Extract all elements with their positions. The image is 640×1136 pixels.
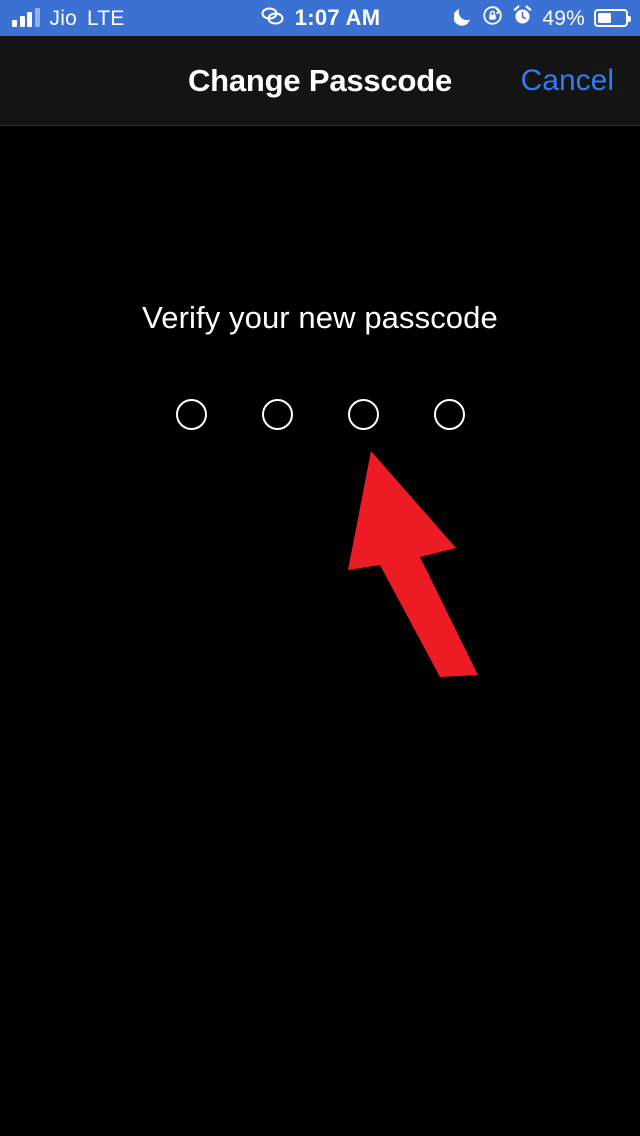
cancel-button[interactable]: Cancel — [521, 36, 614, 125]
passcode-dot-1 — [175, 399, 207, 430]
status-bar-right: 49% — [453, 5, 631, 31]
network-type-label: LTE — [86, 6, 125, 30]
battery-icon — [594, 9, 631, 27]
alarm-clock-icon — [512, 5, 533, 31]
do-not-disturb-moon-icon — [453, 6, 473, 31]
annotation-layer — [348, 451, 478, 677]
navigation-bar: Change Passcode Cancel — [0, 36, 640, 126]
rotation-lock-icon — [482, 5, 503, 31]
clock-label: 1:07 AM — [294, 5, 381, 30]
passcode-dots[interactable] — [0, 399, 640, 430]
passcode-screen: Verify your new passcode — [0, 127, 640, 1136]
battery-fill — [598, 13, 611, 23]
passcode-dot-2 — [261, 399, 293, 430]
passcode-dot-3 — [347, 399, 379, 430]
red-arrow-annotation — [348, 451, 478, 677]
status-bar-left: Jio LTE — [12, 8, 125, 29]
carrier-label: Jio — [49, 6, 77, 30]
passcode-dot-4 — [433, 399, 465, 430]
battery-percent-label: 49% — [542, 6, 585, 30]
status-bar: Jio LTE 1:07 AM 49% — [0, 0, 640, 36]
signal-bars-icon — [12, 8, 40, 27]
passcode-prompt-label: Verify your new passcode — [142, 300, 498, 335]
chain-link-icon — [260, 6, 286, 31]
